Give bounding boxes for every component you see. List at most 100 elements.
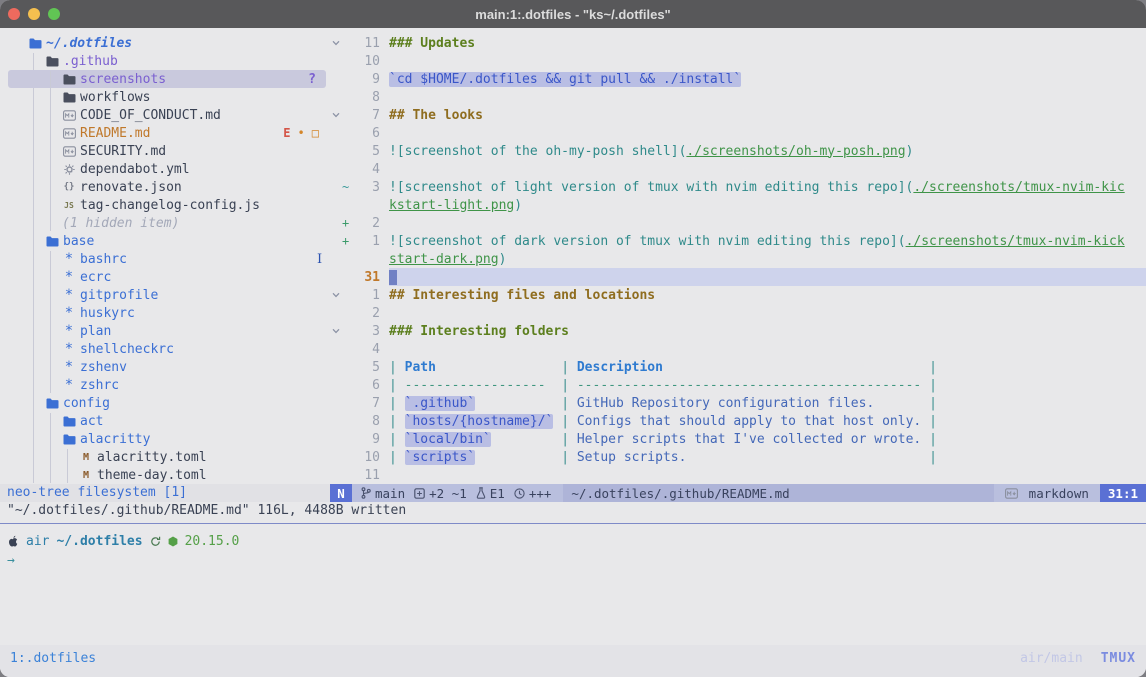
fold-chevron-icon[interactable] xyxy=(330,112,342,118)
line-content[interactable]: `cd $HOME/.dotfiles && git pull && ./ins… xyxy=(389,70,1146,88)
line-content[interactable] xyxy=(389,88,1146,106)
editor-line[interactable]: 9| `local/bin` | Helper scripts that I'v… xyxy=(330,430,1146,448)
line-number: 4 xyxy=(353,342,380,357)
editor-line[interactable]: 7## The looks xyxy=(330,106,1146,124)
tree-item-base[interactable]: base xyxy=(8,232,326,250)
line-content[interactable]: | `hosts/{hostname}/` | Configs that sho… xyxy=(389,412,1146,430)
line-content[interactable]: kstart-light.png) xyxy=(389,196,1146,214)
tree-item-dependabot-yml[interactable]: dependabot.yml xyxy=(8,160,326,178)
tree-item-readme-md[interactable]: README.mdE•□ xyxy=(8,124,326,142)
tree-item-alacritty[interactable]: alacritty xyxy=(8,430,326,448)
line-content[interactable] xyxy=(389,124,1146,142)
tree-item-screenshots[interactable]: screenshots? xyxy=(8,70,326,88)
tree-item-github[interactable]: .github xyxy=(8,52,326,70)
text-segment: kstart-light.png xyxy=(389,198,514,213)
line-content[interactable] xyxy=(389,466,1146,484)
text-segment: `local/bin` xyxy=(405,432,491,447)
line-content[interactable] xyxy=(389,160,1146,178)
editor-line-wrap[interactable]: kstart-light.png) xyxy=(330,196,1146,214)
editor-line[interactable]: 3### Interesting folders xyxy=(330,322,1146,340)
editor-line[interactable]: 5![screenshot of the oh-my-posh shell](.… xyxy=(330,142,1146,160)
line-content[interactable]: ## Interesting files and locations xyxy=(389,286,1146,304)
tree-item-tag-changelog-config-js[interactable]: JStag-changelog-config.js xyxy=(8,196,326,214)
line-content[interactable] xyxy=(389,52,1146,70)
line-content[interactable] xyxy=(389,268,1146,286)
editor-line[interactable]: 31 xyxy=(330,268,1146,286)
editor-line[interactable]: 11 xyxy=(330,466,1146,484)
line-content[interactable] xyxy=(389,214,1146,232)
tree-item-zshrc[interactable]: *zshrc xyxy=(8,376,326,394)
zoom-button[interactable] xyxy=(48,8,60,20)
line-content[interactable]: | Path | Description | xyxy=(389,358,1146,376)
editor-buffer[interactable]: 11### Updates109`cd $HOME/.dotfiles && g… xyxy=(330,28,1146,484)
tmux-pane-divider[interactable] xyxy=(0,523,1146,524)
editor-line[interactable]: 1## Interesting files and locations xyxy=(330,286,1146,304)
fold-chevron-icon[interactable] xyxy=(330,328,342,334)
tree-item-act[interactable]: act xyxy=(8,412,326,430)
editor-line[interactable]: 4 xyxy=(330,160,1146,178)
editor-line-wrap[interactable]: start-dark.png) xyxy=(330,250,1146,268)
tree-item-huskyrc[interactable]: *huskyrc xyxy=(8,304,326,322)
tree-item-zshenv[interactable]: *zshenv xyxy=(8,358,326,376)
editor-line[interactable]: 10| `scripts` | Setup scripts. | xyxy=(330,448,1146,466)
tree-item-workflows[interactable]: workflows xyxy=(8,88,326,106)
editor-line[interactable]: 7| `.github` | GitHub Repository configu… xyxy=(330,394,1146,412)
line-content[interactable]: ## The looks xyxy=(389,106,1146,124)
tree-item-config[interactable]: config xyxy=(8,394,326,412)
editor-line[interactable]: 11### Updates xyxy=(330,34,1146,52)
folder-icon xyxy=(62,434,76,445)
line-content[interactable]: | `scripts` | Setup scripts. | xyxy=(389,448,1146,466)
line-content[interactable]: ### Updates xyxy=(389,34,1146,52)
tree-item-theme-day-toml[interactable]: Mtheme-day.toml xyxy=(8,466,326,484)
line-content[interactable] xyxy=(389,304,1146,322)
editor-line[interactable]: 8 xyxy=(330,88,1146,106)
editor-line[interactable]: 2 xyxy=(330,304,1146,322)
titlebar[interactable]: main:1:.dotfiles - "ks~/.dotfiles" xyxy=(0,0,1146,28)
tree-item-security-md[interactable]: SECURITY.md xyxy=(8,142,326,160)
editor-line[interactable]: 4 xyxy=(330,340,1146,358)
minimize-button[interactable] xyxy=(28,8,40,20)
tree-item-label: workflows xyxy=(80,90,150,105)
tree-item-renovate-json[interactable]: {}renovate.json xyxy=(8,178,326,196)
editor-line[interactable]: ~3![screenshot of light version of tmux … xyxy=(330,178,1146,196)
neotree-sidebar[interactable]: ~/.dotfiles.githubscreenshots? workflowsC… xyxy=(0,28,330,484)
editor-line[interactable]: 8| `hosts/{hostname}/` | Configs that sh… xyxy=(330,412,1146,430)
tree-item-1-hidden-item[interactable]: (1 hidden item) xyxy=(8,214,326,232)
editor-line[interactable]: 9`cd $HOME/.dotfiles && git pull && ./in… xyxy=(330,70,1146,88)
fold-chevron-icon[interactable] xyxy=(330,40,342,46)
fold-chevron-icon[interactable] xyxy=(330,292,342,298)
line-content[interactable]: ### Interesting folders xyxy=(389,322,1146,340)
tmux-window-label[interactable]: 1:.dotfiles xyxy=(10,651,96,666)
line-content[interactable]: ![screenshot of the oh-my-posh shell](./… xyxy=(389,142,1146,160)
text-segment: | xyxy=(929,396,937,411)
editor-line[interactable]: 6 xyxy=(330,124,1146,142)
tree-item-gitprofile[interactable]: *gitprofile xyxy=(8,286,326,304)
line-number: 6 xyxy=(353,378,380,393)
tree-item-code-of-conduct-md[interactable]: CODE_OF_CONDUCT.md xyxy=(8,106,326,124)
close-button[interactable] xyxy=(8,8,20,20)
line-content[interactable]: start-dark.png) xyxy=(389,250,1146,268)
line-content[interactable] xyxy=(389,340,1146,358)
editor-line[interactable]: 10 xyxy=(330,52,1146,70)
tree-item-plan[interactable]: *plan xyxy=(8,322,326,340)
line-content[interactable]: ![screenshot of light version of tmux wi… xyxy=(389,178,1146,196)
line-content[interactable]: | `local/bin` | Helper scripts that I've… xyxy=(389,430,1146,448)
text-segment: | xyxy=(389,432,405,447)
shell-pane[interactable]: air ~/.dotfiles 20.15.0 → xyxy=(7,532,1146,570)
editor-line[interactable]: 5| Path | Description | xyxy=(330,358,1146,376)
tree-item-alacritty-toml[interactable]: Malacritty.toml xyxy=(8,448,326,466)
editor-line[interactable]: +2 xyxy=(330,214,1146,232)
text-segment: | xyxy=(561,378,577,393)
line-content[interactable]: ![screenshot of dark version of tmux wit… xyxy=(389,232,1146,250)
tree-item-ecrc[interactable]: *ecrc xyxy=(8,268,326,286)
tree-item-dotfiles[interactable]: ~/.dotfiles xyxy=(8,34,326,52)
tree-item-shellcheckrc[interactable]: *shellcheckrc xyxy=(8,340,326,358)
text-segment: | xyxy=(561,450,577,465)
shell-input-line[interactable]: → xyxy=(7,551,1146,570)
line-content[interactable]: | ------------------ | -----------------… xyxy=(389,376,1146,394)
editor-line[interactable]: 6 | ------------------ | ----------------… xyxy=(330,376,1146,394)
tree-item-bashrc[interactable]: *bashrc xyxy=(8,250,326,268)
editor-line[interactable]: +1![screenshot of dark version of tmux w… xyxy=(330,232,1146,250)
line-content[interactable]: | `.github` | GitHub Repository configur… xyxy=(389,394,1146,412)
file-path-segment: ~/.dotfiles/.github/README.md xyxy=(563,484,993,502)
